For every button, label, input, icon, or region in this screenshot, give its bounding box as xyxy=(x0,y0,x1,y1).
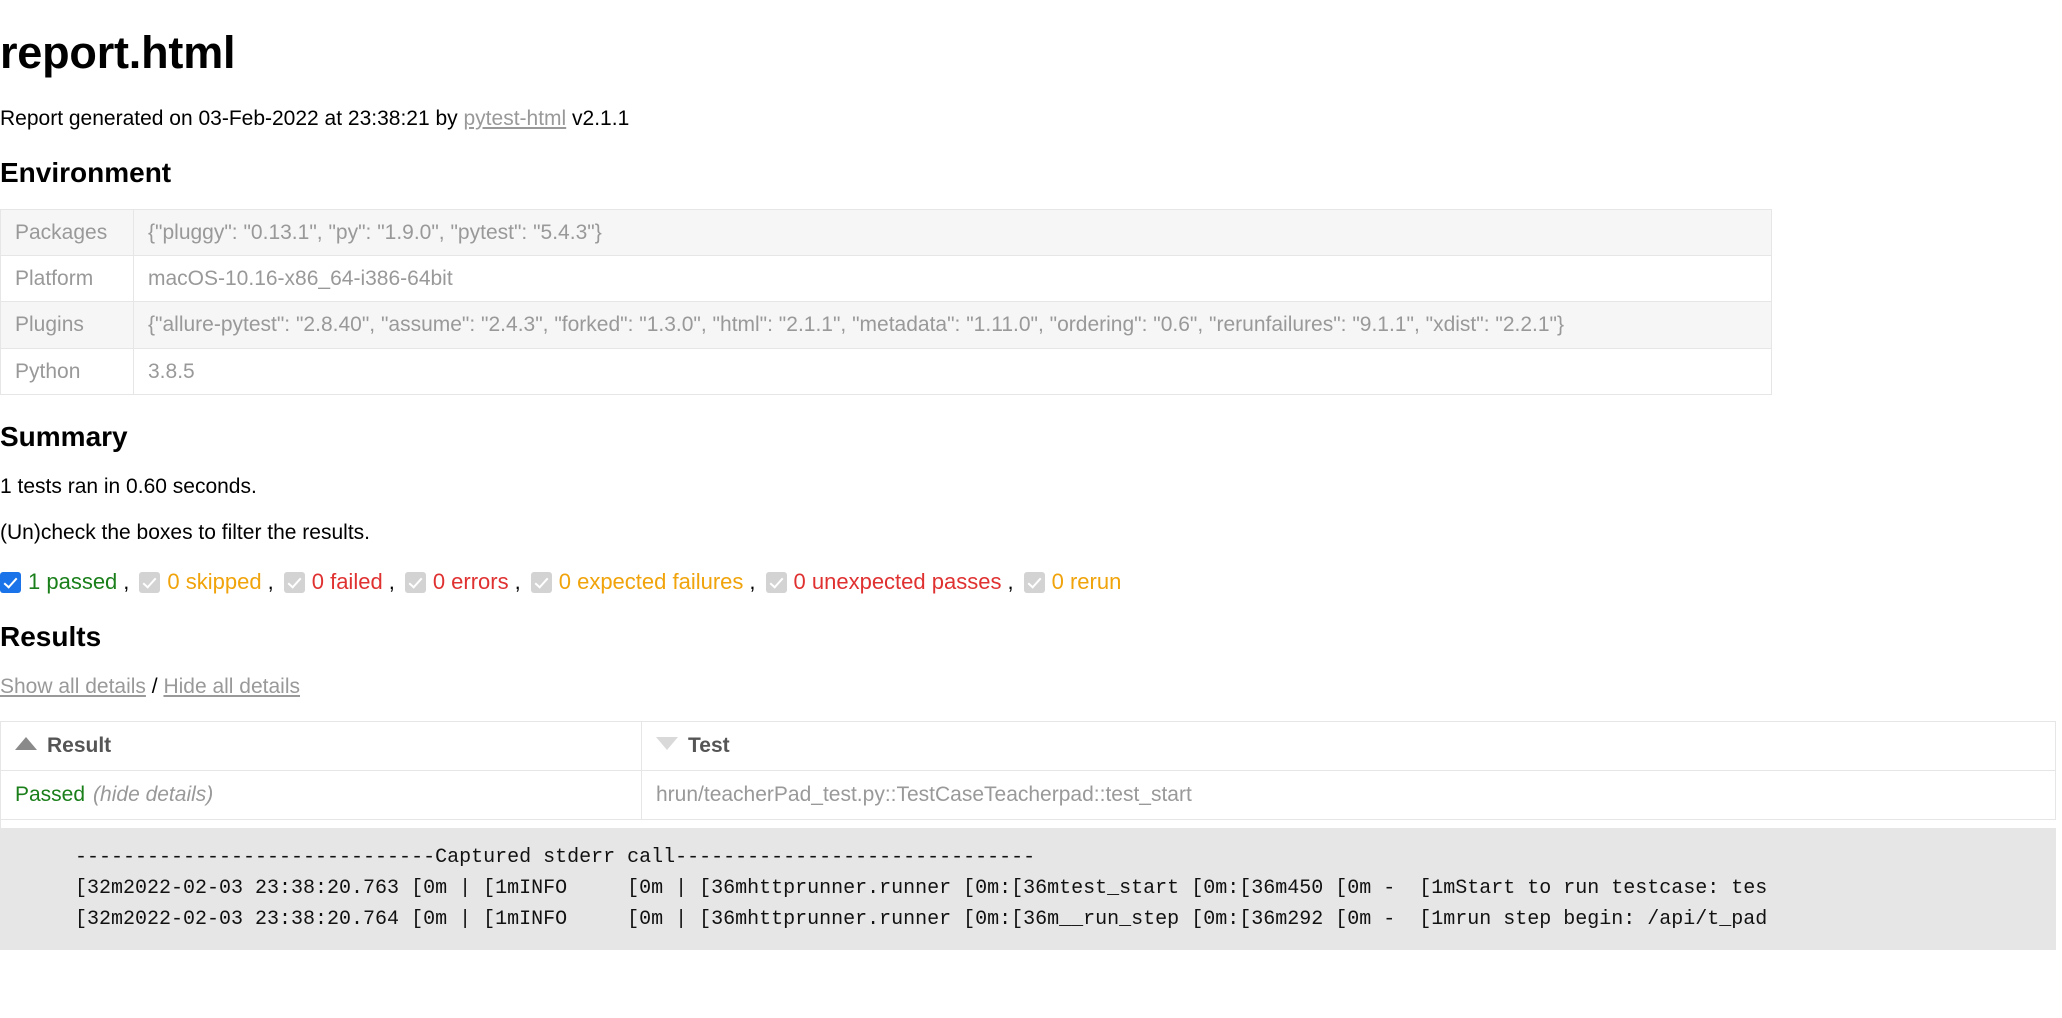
log-cell: ------------------------------Captured s… xyxy=(1,820,2056,950)
generated-info: Report generated on 03-Feb-2022 at 23:38… xyxy=(0,106,2062,131)
env-value: {"allure-pytest": "2.8.40", "assume": "2… xyxy=(134,302,1772,348)
summary-heading: Summary xyxy=(0,421,2062,453)
results-table: Result Test Passed (hide details) hrun/te… xyxy=(0,721,2056,950)
filter-comma: , xyxy=(389,569,395,595)
pytest-html-link[interactable]: pytest-html xyxy=(464,107,567,130)
link-separator: / xyxy=(146,675,164,698)
column-header-test[interactable]: Test xyxy=(642,722,2056,771)
sort-ascending-icon xyxy=(15,737,37,750)
filter-label-rerun: 0 rerun xyxy=(1052,571,1122,593)
filter-expected-failures[interactable]: 0 expected failures xyxy=(531,571,744,593)
env-key: Packages xyxy=(1,209,134,255)
filter-hint: (Un)check the boxes to filter the result… xyxy=(0,521,2062,545)
filter-label-unexpected-passes: 0 unexpected passes xyxy=(794,571,1002,593)
checkbox-errors[interactable] xyxy=(405,572,426,593)
page-title: report.html xyxy=(0,28,2062,78)
table-row: Passed (hide details) hrun/teacherPad_tes… xyxy=(1,771,2056,820)
filter-passed[interactable]: 1 passed xyxy=(0,571,117,593)
filter-comma: , xyxy=(268,569,274,595)
results-header-row: Result Test xyxy=(1,722,2056,771)
checkbox-failed[interactable] xyxy=(284,572,305,593)
captured-stderr-log: ------------------------------Captured s… xyxy=(1,828,2056,949)
env-key: Python xyxy=(1,348,134,394)
checkbox-passed[interactable] xyxy=(0,572,21,593)
report-page: report.html Report generated on 03-Feb-2… xyxy=(0,0,2062,950)
environment-heading: Environment xyxy=(0,157,2062,189)
table-row: Packages {"pluggy": "0.13.1", "py": "1.9… xyxy=(1,209,1772,255)
filter-failed[interactable]: 0 failed xyxy=(284,571,383,593)
log-row: ------------------------------Captured s… xyxy=(1,820,2056,950)
filter-label-passed: 1 passed xyxy=(28,571,117,593)
checkbox-rerun[interactable] xyxy=(1024,572,1045,593)
result-status: Passed xyxy=(15,783,85,806)
show-all-details-link[interactable]: Show all details xyxy=(0,675,146,698)
filter-comma: , xyxy=(1007,569,1013,595)
generator-version: v2.1.1 xyxy=(566,107,629,130)
column-label-test: Test xyxy=(688,734,730,757)
filter-errors[interactable]: 0 errors xyxy=(405,571,509,593)
toggle-details-link[interactable]: (hide details) xyxy=(93,783,213,806)
filter-comma: , xyxy=(515,569,521,595)
env-key: Plugins xyxy=(1,302,134,348)
checkbox-expected-failures[interactable] xyxy=(531,572,552,593)
filter-label-skipped: 0 skipped xyxy=(167,571,261,593)
filter-comma: , xyxy=(123,569,129,595)
result-cell[interactable]: Passed (hide details) xyxy=(1,771,642,820)
result-filters: 1 passed , 0 skipped , 0 failed , 0 erro… xyxy=(0,569,2062,595)
filter-label-errors: 0 errors xyxy=(433,571,509,593)
filter-unexpected-passes[interactable]: 0 unexpected passes xyxy=(766,571,1002,593)
filter-rerun[interactable]: 0 rerun xyxy=(1024,571,1122,593)
table-row: Platform macOS-10.16-x86_64-i386-64bit xyxy=(1,256,1772,302)
hide-all-details-link[interactable]: Hide all details xyxy=(163,675,300,698)
column-label-result: Result xyxy=(47,734,111,757)
env-key: Platform xyxy=(1,256,134,302)
table-row: Python 3.8.5 xyxy=(1,348,1772,394)
filter-label-expected-failures: 0 expected failures xyxy=(559,571,744,593)
test-name-cell: hrun/teacherPad_test.py::TestCaseTeacher… xyxy=(642,771,2056,820)
generated-prefix: Report generated on 03-Feb-2022 at 23:38… xyxy=(0,107,464,130)
filter-comma: , xyxy=(749,569,755,595)
environment-table: Packages {"pluggy": "0.13.1", "py": "1.9… xyxy=(0,209,1772,395)
table-row: Plugins {"allure-pytest": "2.8.40", "ass… xyxy=(1,302,1772,348)
env-value: {"pluggy": "0.13.1", "py": "1.9.0", "pyt… xyxy=(134,209,1772,255)
checkbox-skipped[interactable] xyxy=(139,572,160,593)
column-header-result[interactable]: Result xyxy=(1,722,642,771)
env-value: 3.8.5 xyxy=(134,348,1772,394)
detail-toggle-links: Show all details / Hide all details xyxy=(0,675,2062,699)
results-heading: Results xyxy=(0,621,2062,653)
filter-skipped[interactable]: 0 skipped xyxy=(139,571,261,593)
sort-descending-icon xyxy=(656,737,678,750)
checkbox-unexpected-passes[interactable] xyxy=(766,572,787,593)
env-value: macOS-10.16-x86_64-i386-64bit xyxy=(134,256,1772,302)
tests-run-line: 1 tests ran in 0.60 seconds. xyxy=(0,475,2062,499)
filter-label-failed: 0 failed xyxy=(312,571,383,593)
